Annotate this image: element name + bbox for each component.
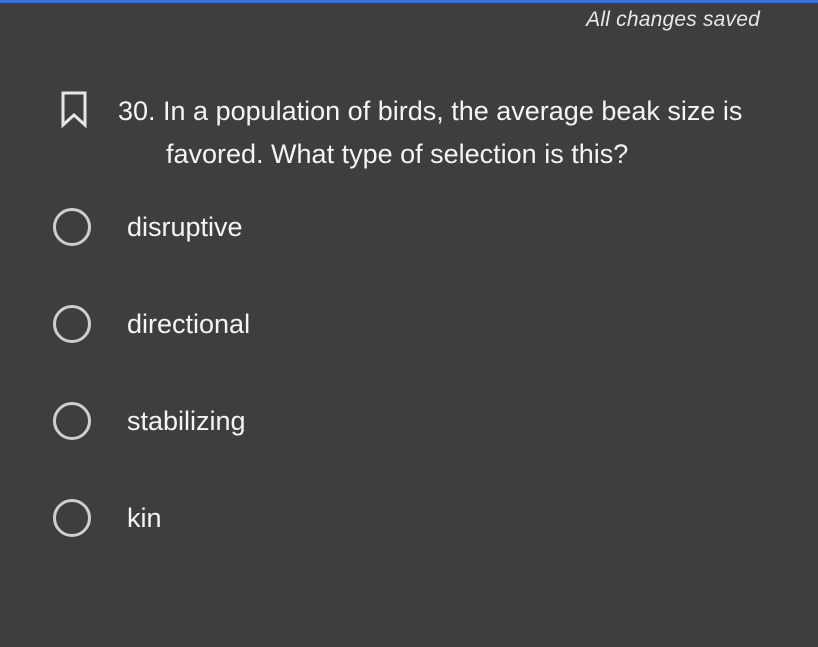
question-line-2: favored. What type of selection is this? [166, 139, 629, 169]
question-text: 30. In a population of birds, the averag… [118, 90, 808, 176]
bookmark-outline-icon[interactable] [60, 90, 88, 128]
option-label: kin [127, 503, 162, 533]
radio-button[interactable] [53, 499, 91, 537]
save-status-text: All changes saved [586, 8, 760, 31]
top-accent-bar [0, 0, 818, 3]
radio-button[interactable] [53, 402, 91, 440]
option-label: directional [127, 309, 251, 339]
option-directional[interactable]: directional [53, 305, 453, 349]
option-stabilizing[interactable]: stabilizing [53, 402, 453, 446]
question-line-1: 30. In a population of birds, the averag… [118, 96, 743, 126]
option-disruptive[interactable]: disruptive [53, 208, 453, 252]
option-label: disruptive [127, 212, 243, 242]
radio-button[interactable] [53, 305, 91, 343]
option-label: stabilizing [127, 406, 246, 436]
radio-button[interactable] [53, 208, 91, 246]
option-kin[interactable]: kin [53, 499, 453, 543]
